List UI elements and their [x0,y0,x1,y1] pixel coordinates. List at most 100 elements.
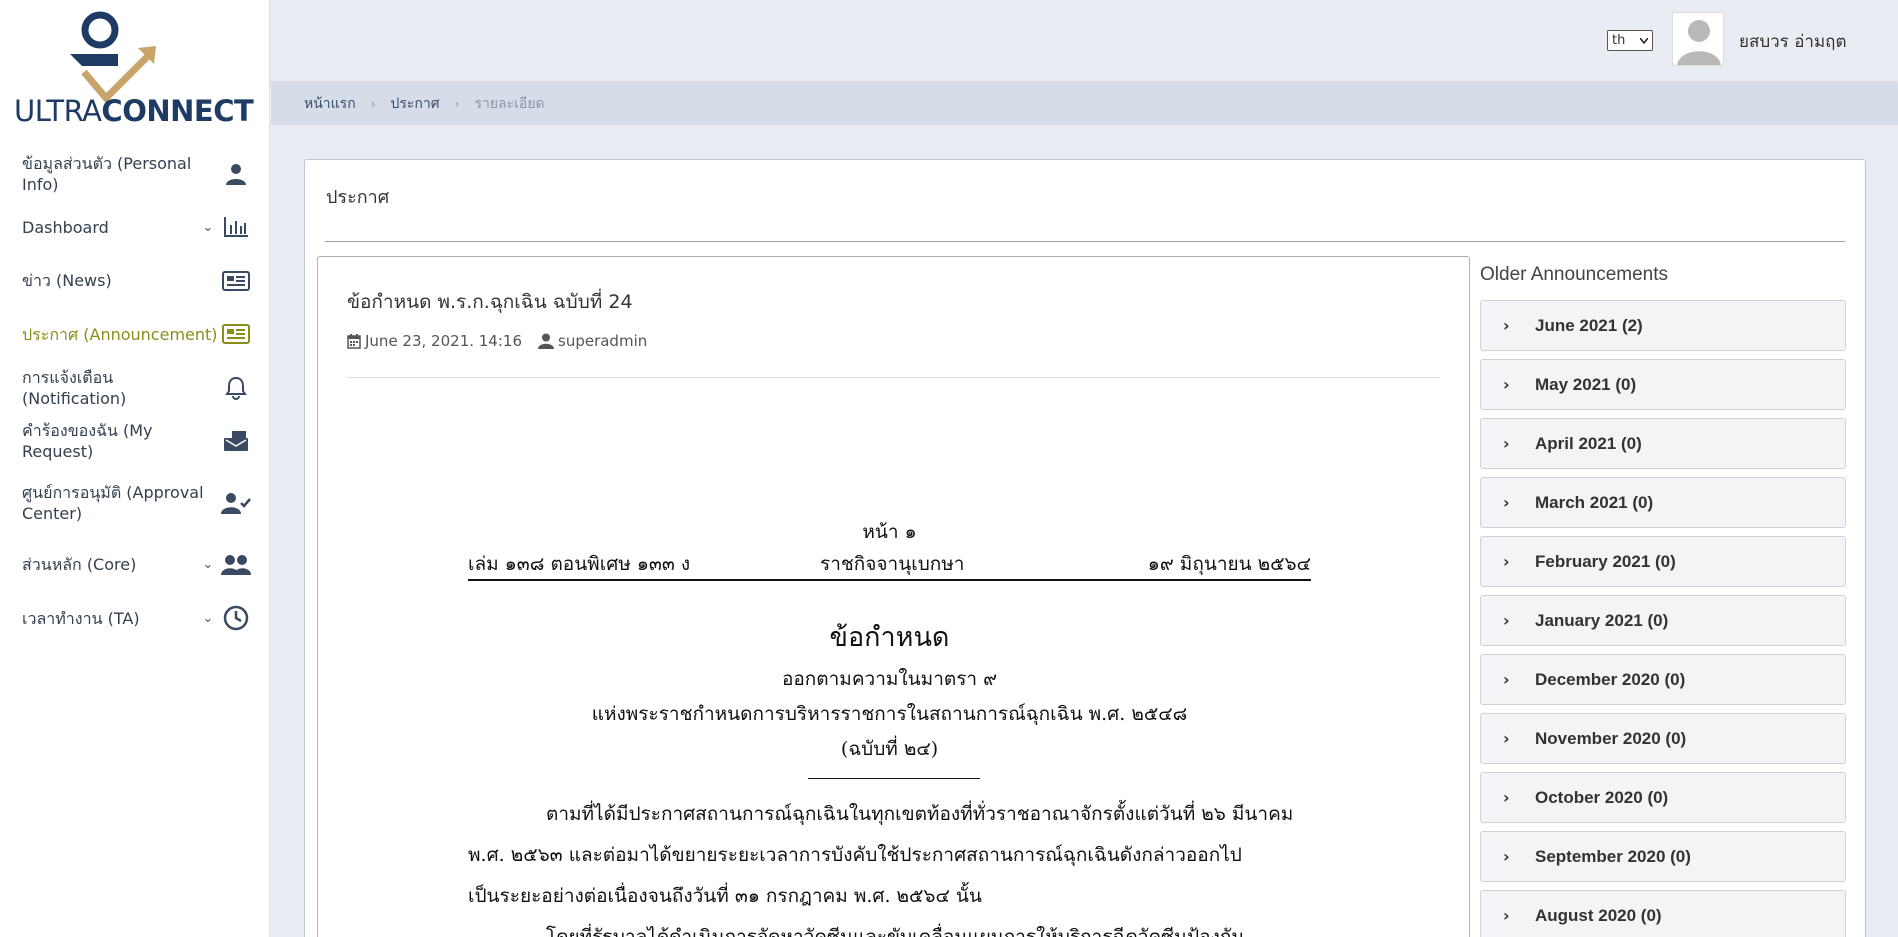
breadcrumb: หน้าแรก › ประกาศ › รายละเอียด [271,83,1898,125]
doc-volume: เล่ม ๑๓๘ ตอนพิเศษ ๑๓๓ ง [468,553,691,575]
archive-month-label: October 2020 (0) [1535,787,1669,807]
avatar[interactable] [1672,12,1724,66]
clock-icon [220,604,252,632]
archive-month-label: February 2021 (0) [1535,551,1676,571]
archive-month-item[interactable]: › June 2021 (2) [1480,300,1846,351]
bell-icon [220,374,252,402]
chevron-right-icon: › [1503,493,1510,512]
chevron-down-icon [1640,37,1648,44]
archive-month-item[interactable]: › May 2021 (0) [1480,359,1846,410]
sidebar-item-approval-center[interactable]: ศูนย์การอนุมัติ (Approval Center) [0,468,270,538]
archive-month-label: April 2021 (0) [1535,433,1642,453]
chevron-right-icon: › [1503,670,1510,689]
chevron-right-icon: › [1503,729,1510,748]
breadcrumb-home[interactable]: หน้าแรก [304,93,356,115]
sidebar-item-label: ประกาศ (Announcement) [22,324,218,344]
archive-month-item[interactable]: › January 2021 (0) [1480,595,1846,646]
sidebar-item-notification[interactable]: การแจ้งเตือน (Notification) [0,361,270,415]
archive-month-item[interactable]: › October 2020 (0) [1480,772,1846,823]
sidebar: ULTRACONNECT ข้อมูลส่วนตัว (Personal Inf… [0,0,270,937]
sidebar-item-ta[interactable]: เวลาทำงาน (TA) ⌄ [0,592,270,646]
chevron-down-icon: ⌄ [202,610,214,626]
newspaper-icon [220,320,252,348]
chevron-right-icon: › [1503,788,1510,807]
archive-month-label: November 2020 (0) [1535,728,1687,748]
post-meta: June 23, 2021. 14:16 superadmin [347,332,663,350]
sidebar-item-news[interactable]: ข่าว (News) [0,254,270,308]
archive-month-item[interactable]: › September 2020 (0) [1480,831,1846,882]
chevron-right-icon: › [1503,375,1510,394]
ultra-connect-logo[interactable]: ULTRACONNECT [14,8,254,130]
top-header: th ยสบวร อ่ามฤต [271,0,1898,82]
sidebar-item-core[interactable]: ส่วนหลัก (Core) ⌄ [0,538,270,592]
breadcrumb-section[interactable]: ประกาศ [391,93,440,115]
user-icon [538,333,554,349]
user-icon [220,160,252,188]
language-select[interactable]: th [1607,30,1653,51]
archive-month-item[interactable]: › March 2021 (0) [1480,477,1846,528]
announcement-post: ข้อกำหนด พ.ร.ก.ฉุกเฉิน ฉบับที่ 24 June 2… [317,256,1470,937]
breadcrumb-separator-icon: › [454,97,460,111]
sidebar-item-label: คำร้องของฉัน (My Request) [22,421,153,462]
chevron-right-icon: › [1503,906,1510,925]
chevron-right-icon: › [1503,434,1510,453]
breadcrumb-current: รายละเอียด [474,96,545,112]
sidebar-menu: ข้อมูลส่วนตัว (Personal Info) Dashboard … [0,147,270,645]
username[interactable]: ยสบวร อ่ามฤต [1739,28,1847,55]
doc-short-rule [808,778,980,779]
doc-page-number: หน้า ๑ [862,521,917,543]
archive-month-label: August 2020 (0) [1535,905,1662,925]
user-check-icon [220,489,252,517]
doc-gazette-name: ราชกิจจานุเบกษา [820,553,965,575]
archive-month-label: March 2021 (0) [1535,492,1654,512]
sidebar-item-label: การแจ้งเตือน (Notification) [22,367,127,408]
archive-month-item[interactable]: › August 2020 (0) [1480,890,1846,937]
doc-gazette-header: เล่ม ๑๓๘ ตอนพิเศษ ๑๓๓ ง ราชกิจจานุเบกษา … [468,549,1311,577]
chevron-right-icon: › [1503,316,1510,335]
mailbox-icon [220,427,252,455]
divider [325,241,1845,242]
sidebar-item-label: เวลาทำงาน (TA) [22,608,140,628]
post-date: June 23, 2021. 14:16 [347,332,522,350]
doc-line: พ.ศ. ๒๕๖๓ และต่อมาได้ขยายระยะเวลาการบังค… [468,844,1242,866]
breadcrumb-separator-icon: › [370,97,376,111]
archive-month-label: January 2021 (0) [1535,610,1669,630]
sidebar-item-announcement[interactable]: ประกาศ (Announcement) [0,308,270,362]
sidebar-item-label: ศูนย์การอนุมัติ (Approval Center) [22,483,204,523]
doc-line: โดยที่รัฐบาลได้ดำเนินการจัดหาวัคซีนและขั… [546,926,1245,937]
divider [347,377,1440,378]
archive-month-item[interactable]: › April 2021 (0) [1480,418,1846,469]
sidebar-item-personal-info[interactable]: ข้อมูลส่วนตัว (Personal Info) [0,147,270,201]
chevron-right-icon: › [1503,611,1510,630]
chevron-down-icon: ⌄ [202,219,214,235]
sidebar-item-dashboard[interactable]: Dashboard ⌄ [0,201,270,255]
doc-date: ๑๙ มิถุนายน ๒๕๖๔ [1147,553,1311,575]
archive-month-item[interactable]: › February 2021 (0) [1480,536,1846,587]
doc-paragraph: ตามที่ได้มีประกาศสถานการณ์ฉุกเฉินในทุกเข… [468,794,1311,937]
sidebar-item-label: ข้อมูลส่วนตัว (Personal Info) [22,153,192,194]
post-author-text: superadmin [558,332,648,350]
archive-month-item[interactable]: › December 2020 (0) [1480,654,1846,705]
page-title: ประกาศ [326,187,390,208]
archive-month-label: December 2020 (0) [1535,669,1686,689]
post-date-text: June 23, 2021. 14:16 [365,332,522,350]
archive-month-item[interactable]: › November 2020 (0) [1480,713,1846,764]
older-announcements: Older Announcements › June 2021 (2) › May … [1480,256,1846,937]
chevron-right-icon: › [1503,552,1510,571]
archive-month-label: June 2021 (2) [1535,315,1643,335]
doc-rule [468,579,1311,581]
archive-month-label: September 2020 (0) [1535,846,1691,866]
post-title: ข้อกำหนด พ.ร.ก.ฉุกเฉิน ฉบับที่ 24 [347,291,633,313]
language-value: th [1612,33,1626,48]
doc-line: เป็นระยะอย่างต่อเนื่องจนถึงวันที่ ๓๑ กรก… [468,885,982,907]
calendar-icon [347,333,361,349]
announcement-card: ประกาศ ข้อกำหนด พ.ร.ก.ฉุกเฉิน ฉบับที่ 24… [304,159,1866,937]
sidebar-item-my-request[interactable]: คำร้องของฉัน (My Request) [0,415,270,469]
doc-subheading-3: (ฉบับที่ ๒๔) [840,738,939,760]
sidebar-item-label: ส่วนหลัก (Core) [22,555,137,575]
doc-subheading-1: ออกตามความในมาตรา ๙ [781,668,998,690]
archive-month-label: May 2021 (0) [1535,374,1637,394]
chevron-right-icon: › [1503,847,1510,866]
doc-line: ตามที่ได้มีประกาศสถานการณ์ฉุกเฉินในทุกเข… [546,803,1294,825]
default-avatar-icon [1673,13,1723,65]
